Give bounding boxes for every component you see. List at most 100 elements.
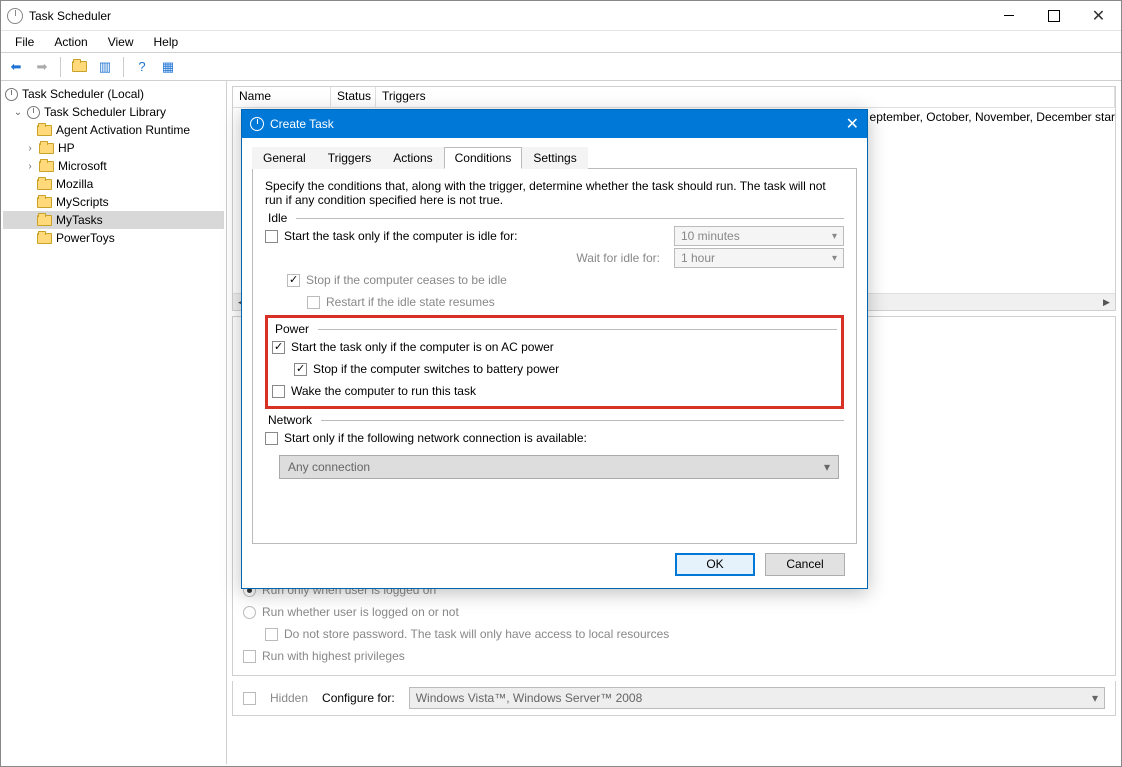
hidden-checkbox[interactable]: [243, 692, 256, 705]
idle-restart-row[interactable]: Restart if the idle state resumes: [265, 291, 844, 313]
help-icon[interactable]: ?: [131, 56, 153, 78]
conditions-description: Specify the conditions that, along with …: [265, 179, 844, 207]
tree-item-mozilla[interactable]: Mozilla: [3, 175, 224, 193]
checkbox-icon[interactable]: [265, 230, 278, 243]
menu-help[interactable]: Help: [144, 33, 189, 51]
col-triggers[interactable]: Triggers: [376, 87, 1115, 107]
tab-general[interactable]: General: [252, 147, 317, 169]
ok-button[interactable]: OK: [675, 553, 755, 576]
tree-item-agent[interactable]: Agent Activation Runtime: [3, 121, 224, 139]
maximize-button[interactable]: [1031, 2, 1076, 30]
power-wake-row[interactable]: Wake the computer to run this task: [272, 380, 837, 402]
chevron-down-icon[interactable]: ⌄: [13, 107, 23, 118]
tree-root-label: Task Scheduler (Local): [22, 87, 144, 101]
dialog-buttons: OK Cancel: [252, 544, 857, 584]
network-start-label: Start only if the following network conn…: [284, 431, 587, 445]
tree-root[interactable]: Task Scheduler (Local): [3, 85, 224, 103]
tab-conditions[interactable]: Conditions: [444, 147, 523, 169]
idle-legend: Idle: [265, 211, 290, 225]
scroll-right-icon[interactable]: ▶: [1098, 294, 1115, 311]
configure-for-combo[interactable]: Windows Vista™, Windows Server™ 2008: [409, 687, 1105, 709]
power-battery-label: Stop if the computer switches to battery…: [313, 362, 559, 376]
folder-up-icon[interactable]: [68, 56, 90, 78]
clock-icon: [250, 117, 264, 131]
network-connection-combo[interactable]: Any connection: [279, 455, 839, 479]
navigation-tree[interactable]: Task Scheduler (Local) ⌄ Task Scheduler …: [1, 81, 227, 764]
group-divider: [318, 329, 837, 330]
col-name[interactable]: Name: [233, 87, 331, 107]
tree-item-microsoft[interactable]: › Microsoft: [3, 157, 224, 175]
configure-for-value: Windows Vista™, Windows Server™ 2008: [416, 691, 643, 705]
tab-settings[interactable]: Settings: [522, 147, 587, 169]
checkbox-icon[interactable]: [294, 363, 307, 376]
idle-wait-label: Wait for idle for:: [265, 251, 668, 265]
network-start-row[interactable]: Start only if the following network conn…: [265, 427, 844, 449]
power-highlight-box: Power Start the task only if the compute…: [265, 315, 844, 409]
cancel-button[interactable]: Cancel: [765, 553, 845, 576]
dialog-titlebar[interactable]: Create Task ✕: [242, 110, 867, 138]
checkbox-icon[interactable]: [272, 341, 285, 354]
tree-item-label: MyScripts: [56, 195, 109, 209]
col-status[interactable]: Status: [331, 87, 376, 107]
power-group-header: Power: [272, 322, 837, 336]
window-title: Task Scheduler: [29, 9, 111, 23]
idle-stop-row[interactable]: Stop if the computer ceases to be idle: [265, 269, 844, 291]
idle-wait-combo[interactable]: 1 hour: [674, 248, 844, 268]
tree-item-label: Microsoft: [58, 159, 107, 173]
checkbox-icon[interactable]: [307, 296, 320, 309]
tree-item-label: MyTasks: [56, 213, 103, 227]
power-ac-row[interactable]: Start the task only if the computer is o…: [272, 336, 837, 358]
clock-icon: [27, 106, 40, 119]
power-battery-row[interactable]: Stop if the computer switches to battery…: [272, 358, 837, 380]
idle-restart-label: Restart if the idle state resumes: [326, 295, 495, 309]
folder-icon: [39, 161, 54, 172]
tree-library[interactable]: ⌄ Task Scheduler Library: [3, 103, 224, 121]
tab-actions[interactable]: Actions: [382, 147, 443, 169]
idle-start-row[interactable]: Start the task only if the computer is i…: [265, 225, 844, 247]
tree-item-powertoys[interactable]: PowerToys: [3, 229, 224, 247]
checkbox-icon[interactable]: [287, 274, 300, 287]
chk-highpriv-row[interactable]: Run with highest privileges: [243, 645, 1105, 667]
close-button[interactable]: ✕: [1076, 2, 1121, 30]
dialog-close-button[interactable]: ✕: [846, 114, 859, 134]
tree-item-myscripts[interactable]: MyScripts: [3, 193, 224, 211]
network-legend: Network: [265, 413, 315, 427]
titlebar: Task Scheduler ✕: [1, 1, 1121, 31]
chk-nostore-row[interactable]: Do not store password. The task will onl…: [243, 623, 1105, 645]
checkbox-icon[interactable]: [272, 385, 285, 398]
idle-duration-combo[interactable]: 10 minutes: [674, 226, 844, 246]
tree-item-mytasks[interactable]: MyTasks: [3, 211, 224, 229]
folder-icon: [39, 143, 54, 154]
checkbox-icon[interactable]: [265, 432, 278, 445]
create-task-dialog: Create Task ✕ General Triggers Actions C…: [241, 109, 868, 589]
back-button[interactable]: ⬅: [5, 56, 27, 78]
chevron-right-icon[interactable]: ›: [25, 143, 35, 154]
forward-button[interactable]: ➡: [31, 56, 53, 78]
folder-icon: [37, 197, 52, 208]
tree-item-hp[interactable]: › HP: [3, 139, 224, 157]
menu-file[interactable]: File: [5, 33, 44, 51]
checkbox-icon[interactable]: [243, 650, 256, 663]
tab-triggers[interactable]: Triggers: [317, 147, 383, 169]
tree-item-label: Mozilla: [56, 177, 93, 191]
calendar-icon[interactable]: ▦: [157, 56, 179, 78]
radio-icon[interactable]: [243, 606, 256, 619]
group-divider: [296, 218, 844, 219]
tree-item-label: Agent Activation Runtime: [56, 123, 190, 137]
window-controls: ✕: [986, 2, 1121, 30]
tree-library-label: Task Scheduler Library: [44, 105, 166, 119]
group-divider: [321, 420, 844, 421]
idle-duration-value: 10 minutes: [681, 229, 740, 243]
menu-action[interactable]: Action: [44, 33, 97, 51]
checkbox-icon[interactable]: [265, 628, 278, 641]
chevron-right-icon[interactable]: ›: [25, 161, 35, 172]
configure-for-label: Configure for:: [322, 691, 395, 705]
tree-item-label: PowerToys: [56, 231, 115, 245]
menu-view[interactable]: View: [98, 33, 144, 51]
properties-icon[interactable]: ▥: [94, 56, 116, 78]
toolbar-separator: [60, 57, 61, 77]
idle-wait-value: 1 hour: [681, 251, 715, 265]
power-ac-label: Start the task only if the computer is o…: [291, 340, 554, 354]
radio-run-whether-row[interactable]: Run whether user is logged on or not: [243, 601, 1105, 623]
minimize-button[interactable]: [986, 2, 1031, 30]
